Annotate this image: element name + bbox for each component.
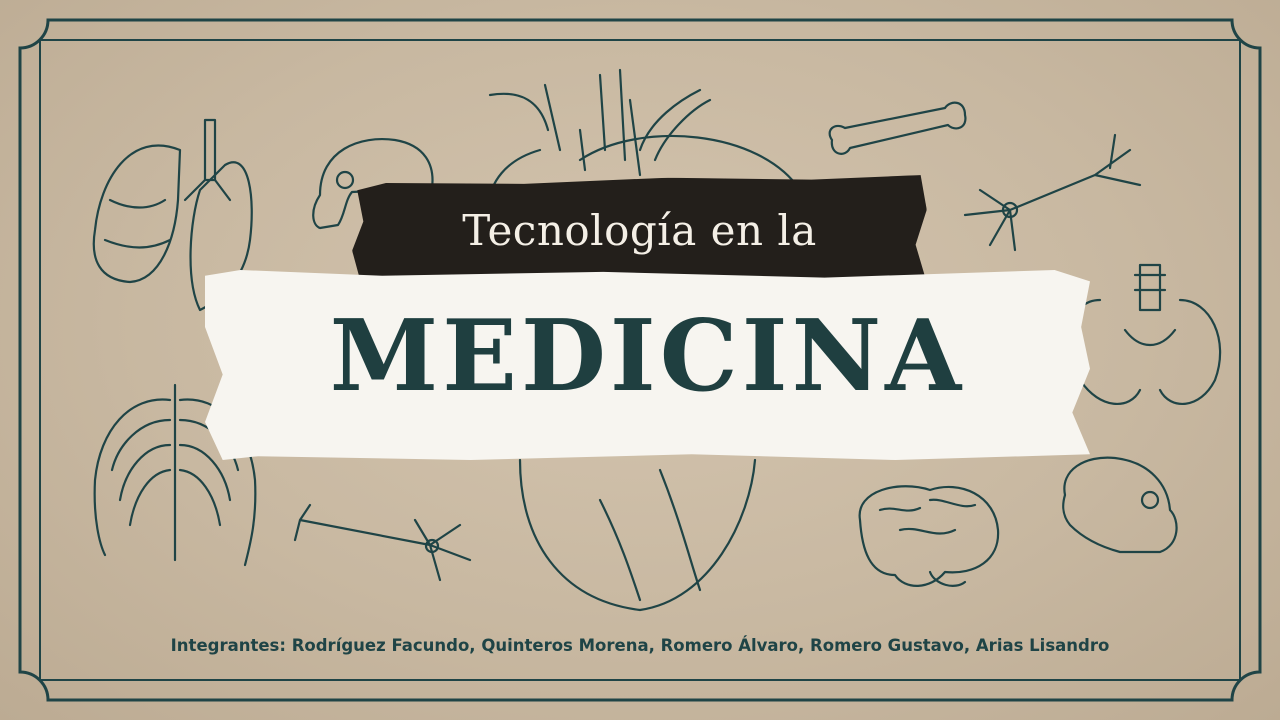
bone-icon bbox=[828, 101, 967, 155]
skull-icon bbox=[1062, 456, 1178, 554]
brain-icon bbox=[858, 485, 1000, 587]
slide-subtitle: Tecnología en la bbox=[462, 206, 817, 255]
pelvis-icon bbox=[1068, 263, 1222, 405]
slide-title: MEDICINA bbox=[329, 299, 966, 414]
neuron-icon bbox=[293, 503, 472, 582]
neuron-icon bbox=[963, 133, 1142, 252]
members-line: Integrantes: Rodríguez Facundo, Quintero… bbox=[170, 636, 1110, 655]
